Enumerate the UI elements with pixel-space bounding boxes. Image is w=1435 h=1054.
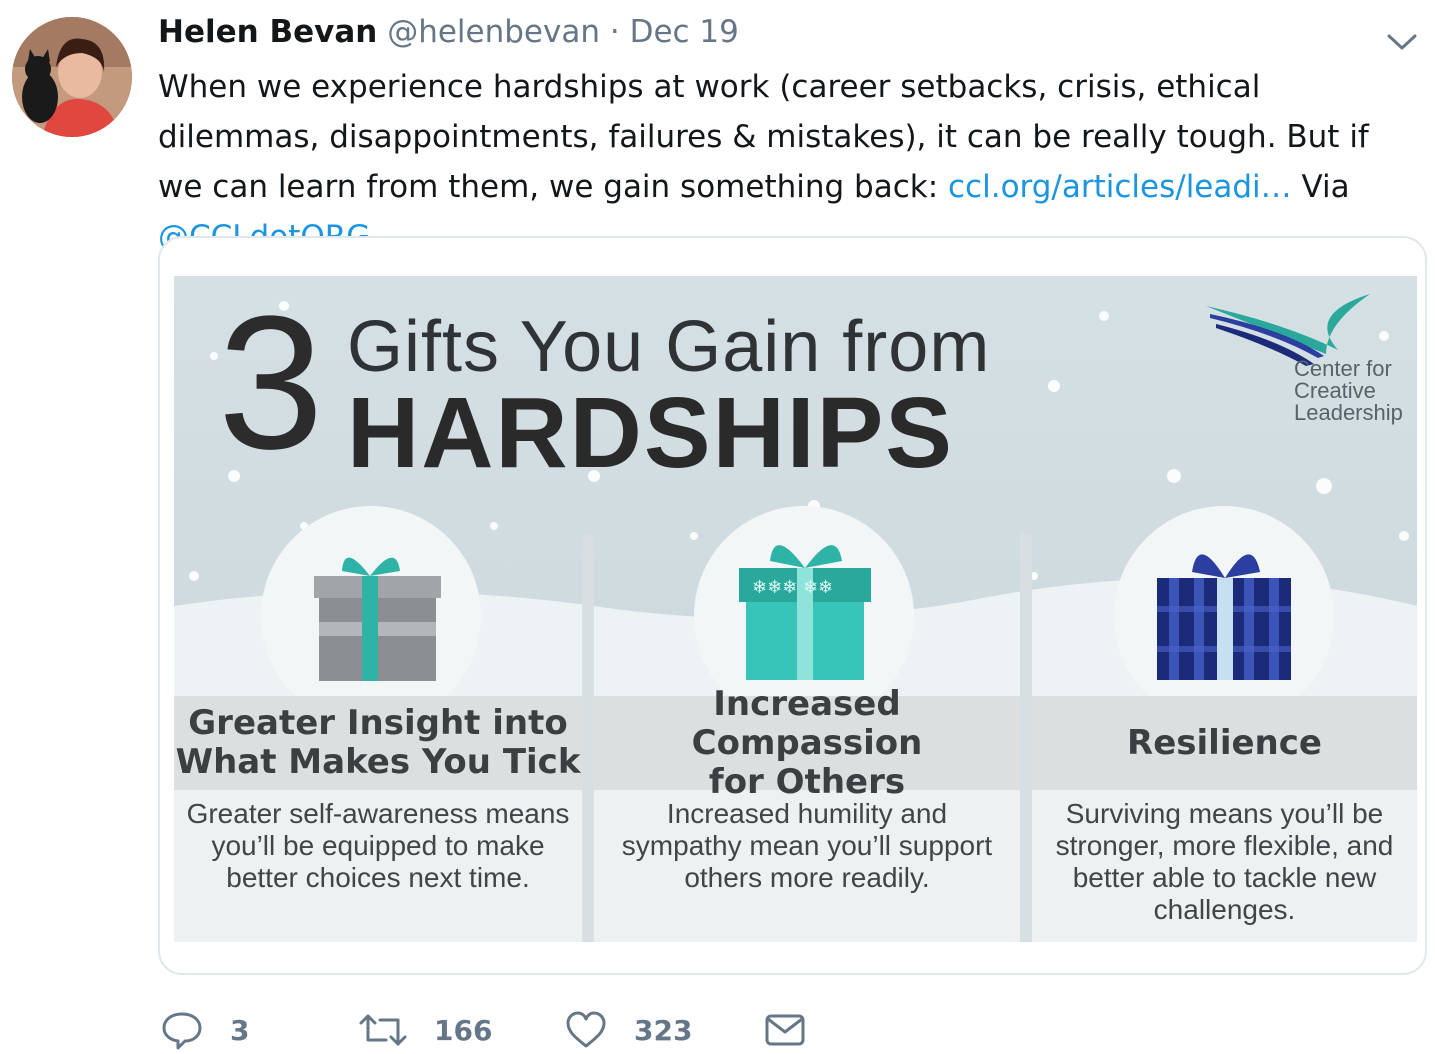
retweet-button[interactable]: 166 [358, 1010, 492, 1050]
media-card[interactable]: ❄❄❄ ❄❄ 3 Gifts You Gain from HARDSHIPS C… [158, 236, 1427, 975]
infographic-image[interactable]: ❄❄❄ ❄❄ 3 Gifts You Gain from HARDSHIPS C… [174, 276, 1417, 942]
column-body-compassion: Increased humility and sympathy mean you… [594, 798, 1020, 894]
tweet-header: Helen Bevan @helenbevan · Dec 19 [158, 14, 739, 50]
header-separator: · [609, 14, 620, 50]
column-title-line: for Others [708, 761, 906, 802]
column-body-insight: Greater self-awareness means you’ll be e… [174, 798, 582, 894]
column-title-resilience: Resilience [1032, 696, 1417, 790]
svg-text:❄❄❄ ❄❄: ❄❄❄ ❄❄ [752, 577, 833, 598]
column-body-line: Greater self-awareness means [186, 798, 570, 829]
grey-gift-icon [314, 557, 441, 681]
column-body-line: you’ll be equipped to make [211, 830, 545, 861]
direct-message-button[interactable] [764, 1010, 806, 1050]
reply-icon [162, 1012, 202, 1050]
column-body-line: Surviving means you’ll be [1065, 798, 1384, 829]
article-link[interactable]: ccl.org/articles/leadi… [948, 169, 1292, 205]
ccl-logo-line3: Leadership [1294, 400, 1403, 425]
ccl-logo-line2: Creative [1294, 378, 1376, 403]
tweet-text-part2: Via [1291, 169, 1350, 205]
column-body-line: challenges. [1153, 894, 1296, 925]
envelope-icon [765, 1014, 805, 1046]
ccl-logo-line1: Center for [1294, 356, 1392, 381]
ccl-logo-text: Center for Creative Leadership [1294, 358, 1403, 424]
column-title-line: What Makes You Tick [175, 742, 581, 782]
column-body-line: others more readily. [684, 862, 930, 893]
avatar-image [12, 17, 132, 137]
tweet-actions: 3 166 323 [160, 1010, 860, 1054]
author-name[interactable]: Helen Bevan [158, 14, 377, 50]
chevron-down-icon[interactable] [1385, 28, 1419, 54]
column-body-line: stronger, more flexible, and [1055, 830, 1394, 861]
column-title-line: Greater Insight into [188, 703, 568, 743]
infographic-number: 3 [218, 277, 324, 489]
tweet-text: When we experience hardships at work (ca… [158, 62, 1423, 262]
column-title-insight: Greater Insight into What Makes You Tick [174, 696, 582, 790]
column-body-line: better able to tackle new [1072, 862, 1377, 893]
column-title-line: Increased Compassion [691, 683, 923, 763]
column-body-line: better choices next time. [226, 862, 530, 893]
reply-button[interactable]: 3 [160, 1010, 249, 1050]
column-title-compassion: Increased Compassion for Others [594, 684, 1020, 801]
like-count: 323 [634, 1013, 693, 1047]
column-body-resilience: Surviving means you’ll be stronger, more… [1032, 798, 1417, 926]
heart-icon [566, 1011, 606, 1048]
retweet-icon [359, 1014, 407, 1046]
reply-count: 3 [230, 1013, 250, 1047]
tweet-date[interactable]: Dec 19 [630, 14, 739, 50]
column-body-line: sympathy mean you’ll support [621, 830, 993, 861]
column-body-line: Increased humility and [666, 798, 948, 829]
column-title-line: Resilience [1127, 722, 1322, 763]
retweet-count: 166 [434, 1013, 493, 1047]
avatar[interactable] [12, 17, 132, 137]
infographic-title-line2: HARDSHIPS [347, 377, 954, 489]
author-handle[interactable]: @helenbevan [387, 14, 600, 50]
like-button[interactable]: 323 [564, 1010, 692, 1050]
